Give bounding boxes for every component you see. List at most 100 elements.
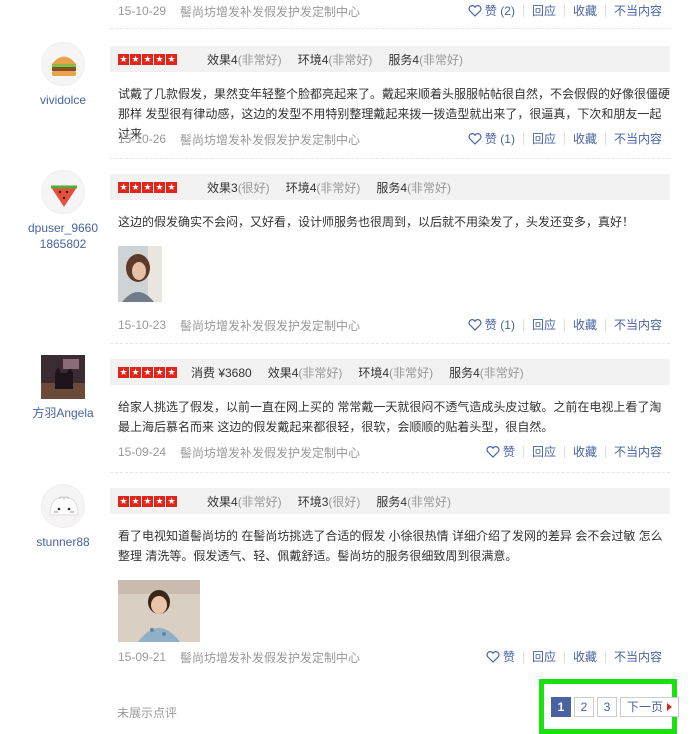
page-1-button[interactable]: 1 bbox=[551, 697, 571, 717]
report-button[interactable]: 不当内容 bbox=[604, 319, 670, 331]
bun-avatar-icon[interactable] bbox=[41, 484, 85, 528]
rating-effect-desc: (很好) bbox=[237, 180, 270, 195]
reply-button[interactable]: 回应 bbox=[522, 133, 564, 145]
rating-effect-desc: (非常好) bbox=[237, 494, 282, 509]
reviewer-username[interactable]: vividolce bbox=[26, 92, 100, 108]
star-icon: ★ bbox=[118, 495, 129, 507]
review-item: dpuser_96601865802 ★ ★ ★ ★ ★ 效果3(很好) 环境4(非常好… bbox=[0, 170, 700, 345]
rating-price: 消费 ¥3680 bbox=[191, 365, 252, 380]
star-icon: ★ bbox=[130, 366, 141, 378]
review-meta: 15-10-26 髻尚坊增发补发假发护发定制中心 赞 (1) 回应 收藏 不当内… bbox=[118, 130, 670, 148]
review-photo[interactable] bbox=[118, 246, 162, 302]
reviewer-username[interactable]: 方羽Angela bbox=[26, 405, 100, 421]
like-button[interactable]: 赞 (1) bbox=[460, 133, 523, 145]
divider bbox=[110, 472, 670, 473]
page-3-button[interactable]: 3 bbox=[597, 697, 617, 717]
reviewer: dpuser_96601865802 bbox=[26, 170, 100, 252]
review-content: ★ ★ ★ ★ ★ 消费 ¥3680 效果4(非常好) 环境4(非常好) 服务4(非常好… bbox=[110, 359, 670, 437]
report-button[interactable]: 不当内容 bbox=[604, 5, 670, 17]
rating-effect: 效果4(非常好) bbox=[207, 51, 282, 68]
star-icon: ★ bbox=[154, 366, 165, 378]
rating-bar: ★ ★ ★ ★ ★ 效果3(很好) 环境4(非常好) 服务4(非常好) bbox=[110, 174, 670, 200]
rating-env-desc: (非常好) bbox=[389, 365, 434, 380]
rating-effect-value: 效果4 bbox=[207, 494, 238, 509]
rating-env: 环境3(很好) bbox=[298, 493, 361, 510]
reply-button[interactable]: 回应 bbox=[522, 446, 564, 458]
like-count: (1) bbox=[500, 132, 515, 146]
reviewer-username[interactable]: dpuser_96601865802 bbox=[26, 220, 100, 252]
review-actions: 赞 (1) 回应 收藏 不当内容 bbox=[460, 133, 670, 145]
rating-service-value: 服务4 bbox=[376, 494, 408, 509]
review-item: stunner88 ★ ★ ★ ★ ★ 效果4(非常好) 环境3(很好) 服务4(非常好… bbox=[0, 484, 700, 674]
star-icon: ★ bbox=[130, 181, 141, 193]
collect-button[interactable]: 收藏 bbox=[563, 651, 605, 663]
hidden-reviews-link[interactable]: 未展示点评 bbox=[117, 704, 177, 721]
heart-icon bbox=[486, 651, 500, 663]
like-button[interactable]: 赞 bbox=[478, 651, 523, 663]
rating-service: 服务4(非常好) bbox=[376, 179, 451, 196]
like-label: 赞 bbox=[484, 4, 497, 18]
review-date: 15-09-24 bbox=[118, 445, 167, 459]
rating-env-desc: (非常好) bbox=[328, 52, 373, 67]
page-2-button[interactable]: 2 bbox=[574, 697, 594, 717]
rating-service: 服务4(非常好) bbox=[388, 51, 463, 68]
reply-button[interactable]: 回应 bbox=[522, 5, 564, 17]
rating-service-desc: (非常好) bbox=[407, 180, 452, 195]
rating-effect-desc: (非常好) bbox=[298, 365, 343, 380]
star-icon: ★ bbox=[166, 53, 177, 65]
rating-env-value: 环境4 bbox=[285, 180, 317, 195]
collect-button[interactable]: 收藏 bbox=[563, 446, 605, 458]
review-date: 15-09-21 bbox=[118, 650, 167, 664]
arrow-right-icon bbox=[667, 703, 673, 711]
report-button[interactable]: 不当内容 bbox=[604, 133, 670, 145]
rating-effect-value: 效果4 bbox=[207, 52, 238, 67]
star-icon: ★ bbox=[118, 366, 129, 378]
rating-service-value: 服务4 bbox=[449, 365, 480, 380]
rating-service-desc: (非常好) bbox=[419, 52, 464, 67]
star-icon: ★ bbox=[142, 495, 153, 507]
rating-effect: 效果3(很好) bbox=[207, 179, 270, 196]
review-date: 15-10-29 bbox=[118, 4, 167, 18]
star-icon: ★ bbox=[118, 181, 129, 193]
rating-effect: 效果4(非常好) bbox=[207, 493, 282, 510]
heart-icon bbox=[468, 133, 482, 145]
rating-effect-value: 效果3 bbox=[207, 180, 238, 195]
collect-button[interactable]: 收藏 bbox=[563, 319, 605, 331]
reply-button[interactable]: 回应 bbox=[522, 319, 564, 331]
next-page-label: 下一页 bbox=[627, 700, 664, 714]
like-button[interactable]: 赞 (1) bbox=[460, 319, 523, 331]
reviewer: vividolce bbox=[26, 42, 100, 108]
rating-service: 服务4(非常好) bbox=[376, 493, 451, 510]
star-icon: ★ bbox=[142, 366, 153, 378]
hamburger-avatar-icon[interactable] bbox=[41, 42, 85, 86]
collect-button[interactable]: 收藏 bbox=[563, 133, 605, 145]
review-actions: 赞 (1) 回应 收藏 不当内容 bbox=[460, 319, 670, 331]
rating-bar: ★ ★ ★ ★ ★ 效果4(非常好) 环境4(非常好) 服务4(非常好) bbox=[110, 46, 670, 72]
reviewer-username[interactable]: stunner88 bbox=[26, 534, 100, 550]
review-source: 髻尚坊增发补发假发护发定制中心 bbox=[180, 4, 361, 19]
like-button[interactable]: 赞 bbox=[478, 446, 523, 458]
next-page-button[interactable]: 下一页 bbox=[620, 697, 680, 717]
review-text: 给家人挑选了假发，以前一直在网上买的 常常戴一天就很闷不透气造成头皮过敏。之前在… bbox=[118, 400, 662, 434]
review-actions: 赞 回应 收藏 不当内容 bbox=[478, 651, 670, 663]
rating-service-desc: (非常好) bbox=[407, 494, 452, 509]
rating-bar: ★ ★ ★ ★ ★ 消费 ¥3680 效果4(非常好) 环境4(非常好) 服务4(非常好… bbox=[110, 359, 670, 385]
report-button[interactable]: 不当内容 bbox=[604, 651, 670, 663]
rating-env-desc: (非常好) bbox=[316, 180, 361, 195]
divider bbox=[110, 343, 670, 344]
rating-effect-value: 效果4 bbox=[267, 365, 299, 380]
cat-silhouette-avatar-icon[interactable] bbox=[41, 355, 85, 399]
collect-button[interactable]: 收藏 bbox=[563, 5, 605, 17]
like-label: 赞 bbox=[484, 132, 497, 146]
review-photo[interactable] bbox=[118, 580, 200, 642]
reviewer: stunner88 bbox=[26, 484, 100, 550]
review-source: 髻尚坊增发补发假发护发定制中心 bbox=[180, 318, 361, 333]
report-button[interactable]: 不当内容 bbox=[604, 446, 670, 458]
divider bbox=[110, 28, 670, 29]
rating-env-value: 环境4 bbox=[297, 52, 329, 67]
like-button[interactable]: 赞 (2) bbox=[460, 5, 523, 17]
reply-button[interactable]: 回应 bbox=[522, 651, 564, 663]
watermelon-avatar-icon[interactable] bbox=[41, 170, 85, 214]
review-meta: 15-09-24 髻尚坊增发补发假发护发定制中心 赞 回应 收藏 不当内容 bbox=[118, 443, 670, 461]
like-label: 赞 bbox=[484, 318, 497, 332]
